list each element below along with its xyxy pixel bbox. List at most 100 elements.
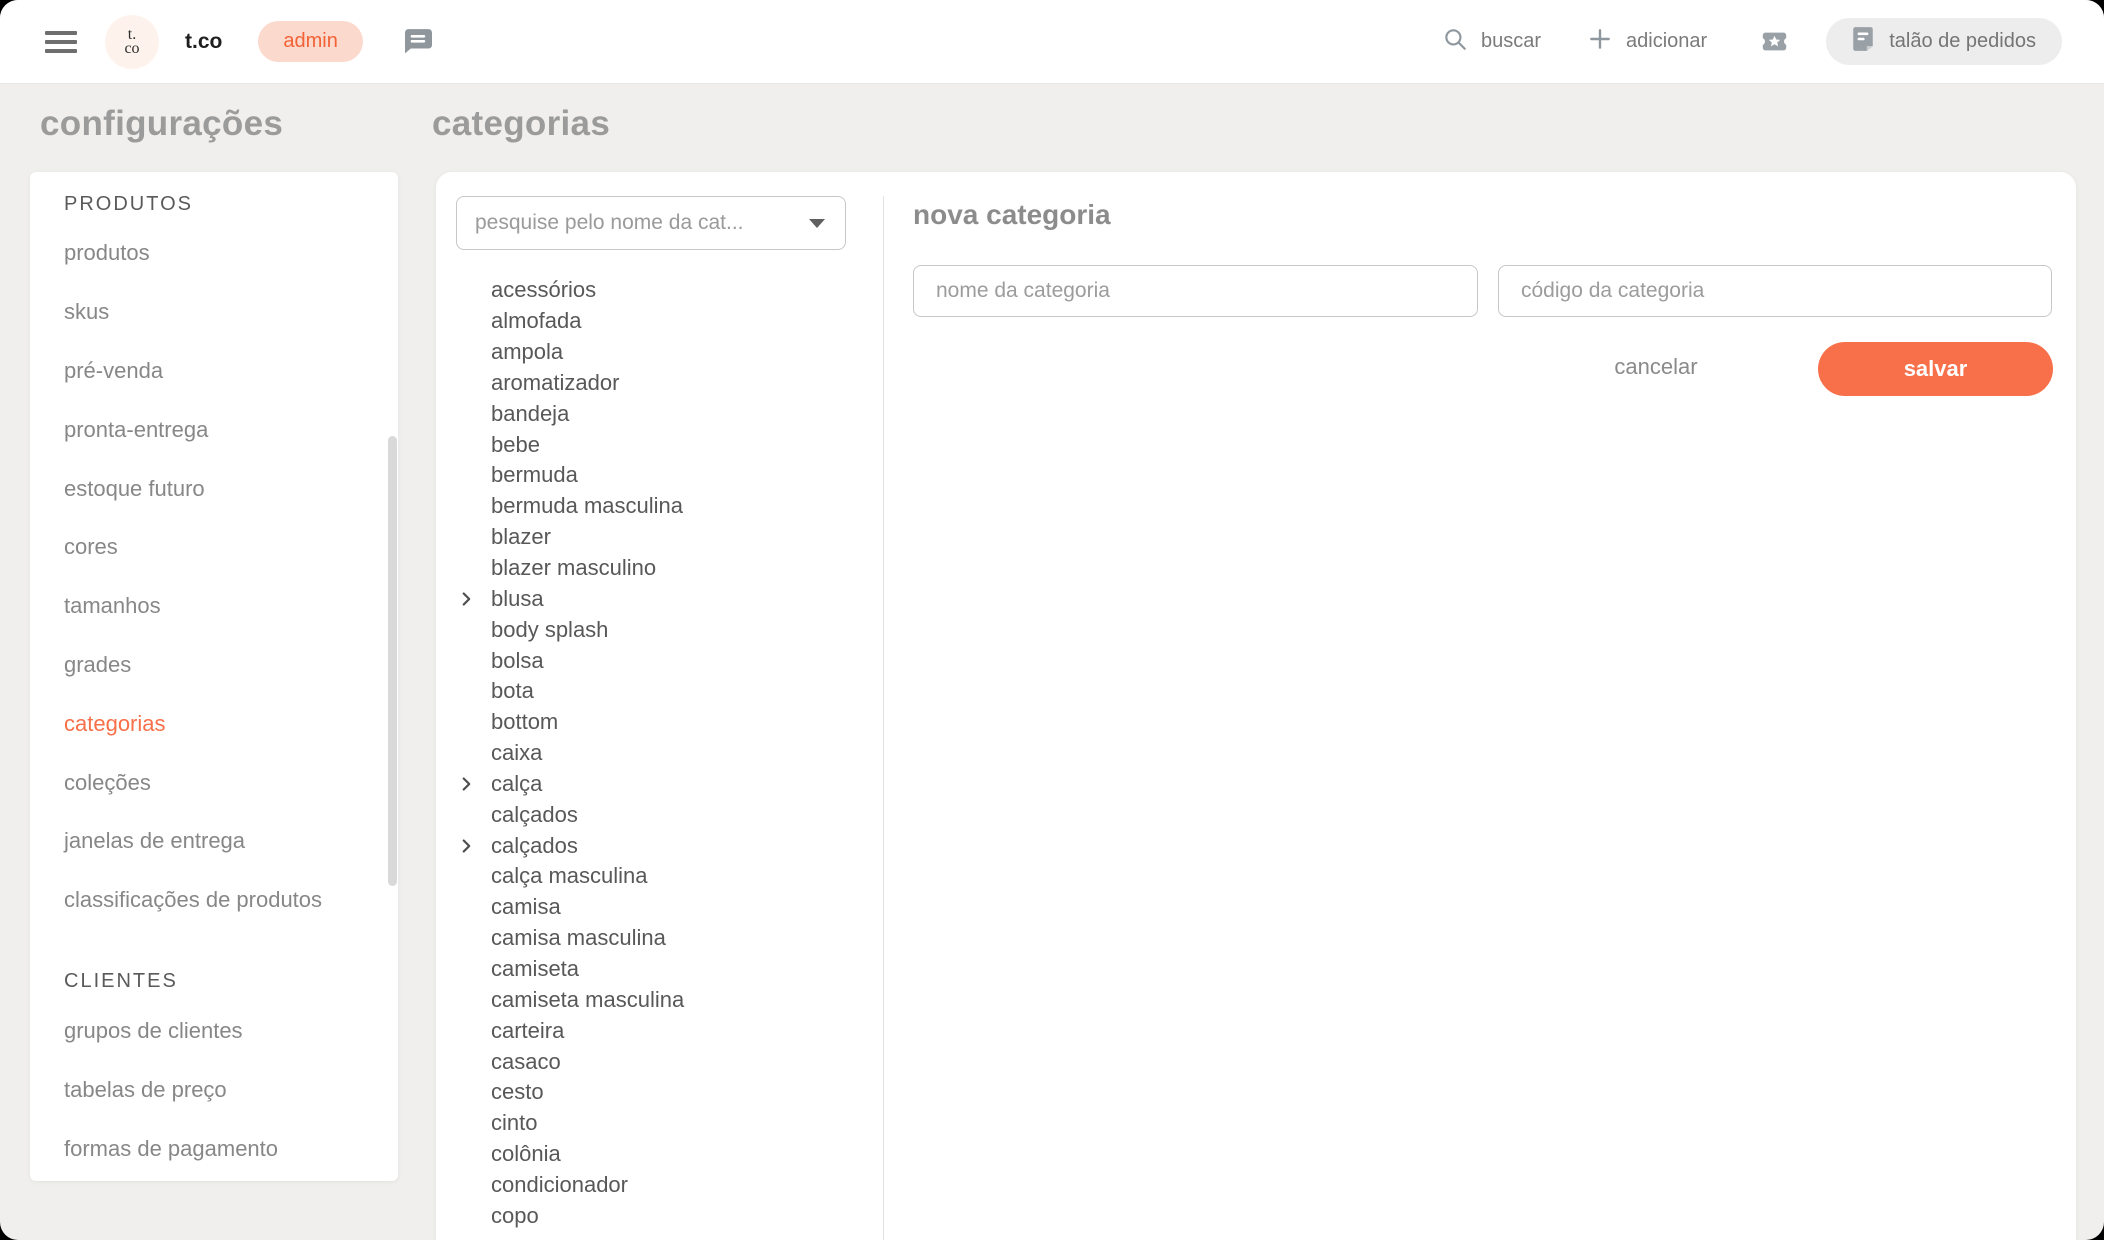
category-row-blazer[interactable]: blazer [436, 522, 876, 553]
sidebar-nav: PRODUTOSprodutosskuspré-vendapronta-entr… [30, 172, 398, 1178]
category-list: acessórios almofada ampolaaromatizadorband… [436, 275, 876, 1231]
sidebar-item-colecoes[interactable]: coleções [30, 753, 398, 812]
category-row-casaco[interactable]: casaco [436, 1046, 876, 1077]
category-label: bota [491, 678, 534, 704]
settings-title: configurações [40, 104, 283, 144]
sidebar-item-pre-venda[interactable]: pré-venda [30, 342, 398, 401]
category-label: blusa [491, 586, 544, 612]
category-label: camisa [491, 894, 561, 920]
sidebar-item-cores[interactable]: cores [30, 518, 398, 577]
category-row-calcados[interactable]: calçados [436, 799, 876, 830]
category-row-blusa[interactable]: blusa [436, 583, 876, 614]
category-label: camisa masculina [491, 925, 666, 951]
expand-chevron-icon[interactable] [455, 773, 477, 795]
category-label: condicionador [491, 1172, 628, 1198]
save-button[interactable]: salvar [1818, 342, 2053, 396]
sidebar-item-pronta-entrega[interactable]: pronta-entrega [30, 400, 398, 459]
category-row-almofada[interactable]: almofada [436, 306, 876, 337]
category-row-copo[interactable]: copo [436, 1200, 876, 1231]
category-label: casaco [491, 1049, 561, 1075]
category-label: bermuda masculina [491, 493, 683, 519]
expand-chevron-icon[interactable] [455, 835, 477, 857]
category-row-cesto[interactable]: cesto [436, 1077, 876, 1108]
category-row-acessorios[interactable]: acessórios [436, 275, 876, 306]
sidebar-item-tabelas-de-preco[interactable]: tabelas de preço [30, 1060, 398, 1119]
sidebar-item-categorias[interactable]: categorias [30, 694, 398, 753]
category-label: calçados [491, 802, 578, 828]
category-label: camiseta masculina [491, 987, 684, 1013]
search-label: buscar [1481, 30, 1541, 53]
category-row-camisa[interactable]: camisa [436, 892, 876, 923]
category-label: copo [491, 1203, 539, 1229]
sidebar-item-classificacoes-de-produtos[interactable]: classificações de produtos [30, 871, 398, 930]
category-label: calça [491, 771, 542, 797]
category-row-camiseta[interactable]: camiseta [436, 954, 876, 985]
category-row-condicionador[interactable]: condicionador [436, 1169, 876, 1200]
category-row-bandeja[interactable]: bandeja [436, 398, 876, 429]
order-pad-button[interactable]: talão de pedidos [1826, 18, 2062, 65]
add-button[interactable]: adicionar [1587, 26, 1707, 58]
category-row-calcados[interactable]: calçados [436, 830, 876, 861]
category-label: cesto [491, 1079, 544, 1105]
category-row-cinto[interactable]: cinto [436, 1108, 876, 1139]
sidebar-item-grupos-de-clientes[interactable]: grupos de clientes [30, 1002, 398, 1061]
sidebar-item-produtos[interactable]: produtos [30, 224, 398, 283]
brand-logo[interactable]: t. co [105, 15, 159, 69]
category-row-caixa[interactable]: caixa [436, 738, 876, 769]
sidebar-section-clientes: CLIENTESgrupos de clientestabelas de pre… [30, 962, 398, 1178]
category-row-bolsa[interactable]: bolsa [436, 645, 876, 676]
category-row-calca-masculina[interactable]: calça masculina [436, 861, 876, 892]
category-label: carteira [491, 1018, 564, 1044]
category-row-blazer-masculino[interactable]: blazer masculino [436, 553, 876, 584]
new-category-title: nova categoria [913, 199, 1111, 231]
category-search-placeholder: pesquise pelo nome da cat... [457, 211, 744, 235]
category-label: cinto [491, 1110, 537, 1136]
ticket-star-icon[interactable] [1759, 27, 1790, 56]
category-label: calça masculina [491, 863, 648, 889]
menu-icon[interactable] [45, 31, 77, 53]
category-search-select[interactable]: pesquise pelo nome da cat... [456, 196, 846, 250]
sidebar-item-janelas-de-entrega[interactable]: janelas de entrega [30, 812, 398, 871]
sidebar-scrollbar-thumb[interactable] [388, 436, 397, 886]
category-label: body splash [491, 617, 608, 643]
search-button[interactable]: buscar [1442, 26, 1541, 58]
category-row-carteira[interactable]: carteira [436, 1015, 876, 1046]
category-row-calca[interactable]: calça [436, 769, 876, 800]
category-row-colonia[interactable]: colônia [436, 1139, 876, 1170]
category-row-bota[interactable]: bota [436, 676, 876, 707]
category-row-camiseta-masculina[interactable]: camiseta masculina [436, 984, 876, 1015]
brand-name: t.co [185, 30, 222, 54]
sidebar-item-estoque-futuro[interactable]: estoque futuro [30, 459, 398, 518]
category-row-body-splash[interactable]: body splash [436, 614, 876, 645]
topbar-actions: buscar adicionar [1442, 18, 2104, 65]
sidebar-item-skus[interactable]: skus [30, 283, 398, 342]
category-name-input[interactable] [913, 265, 1478, 317]
category-row-ampola[interactable]: ampola [436, 337, 876, 368]
category-label: blazer [491, 524, 551, 550]
expand-chevron-icon[interactable] [455, 588, 477, 610]
sidebar-section-header: PRODUTOS [30, 184, 398, 224]
category-row-camisa-masculina[interactable]: camisa masculina [436, 923, 876, 954]
category-row-aromatizador[interactable]: aromatizador [436, 368, 876, 399]
category-label: acessórios [491, 277, 596, 303]
dropdown-caret-icon [809, 219, 825, 228]
category-label: bottom [491, 709, 558, 735]
sidebar-item-tamanhos[interactable]: tamanhos [30, 577, 398, 636]
category-row-bermuda-masculina[interactable]: bermuda masculina [436, 491, 876, 522]
sidebar-section-produtos: PRODUTOSprodutosskuspré-vendapronta-entr… [30, 184, 398, 930]
logo-text-line2: co [124, 42, 139, 56]
chat-icon[interactable] [405, 29, 432, 54]
cancel-button[interactable]: cancelar [1586, 340, 1726, 394]
category-label: almofada [491, 308, 582, 334]
page-title: categorias [432, 104, 610, 144]
receipt-icon [1852, 26, 1874, 58]
app-window: t. co t.co admin buscar [0, 0, 2104, 1240]
admin-badge[interactable]: admin [258, 21, 362, 62]
category-row-bermuda[interactable]: bermuda [436, 460, 876, 491]
category-row-bebe[interactable]: bebe [436, 429, 876, 460]
sidebar-item-grades[interactable]: grades [30, 636, 398, 695]
category-label: bebe [491, 432, 540, 458]
category-row-bottom[interactable]: bottom [436, 707, 876, 738]
category-code-input[interactable] [1498, 265, 2052, 317]
sidebar-item-formas-de-pagamento[interactable]: formas de pagamento [30, 1119, 398, 1178]
